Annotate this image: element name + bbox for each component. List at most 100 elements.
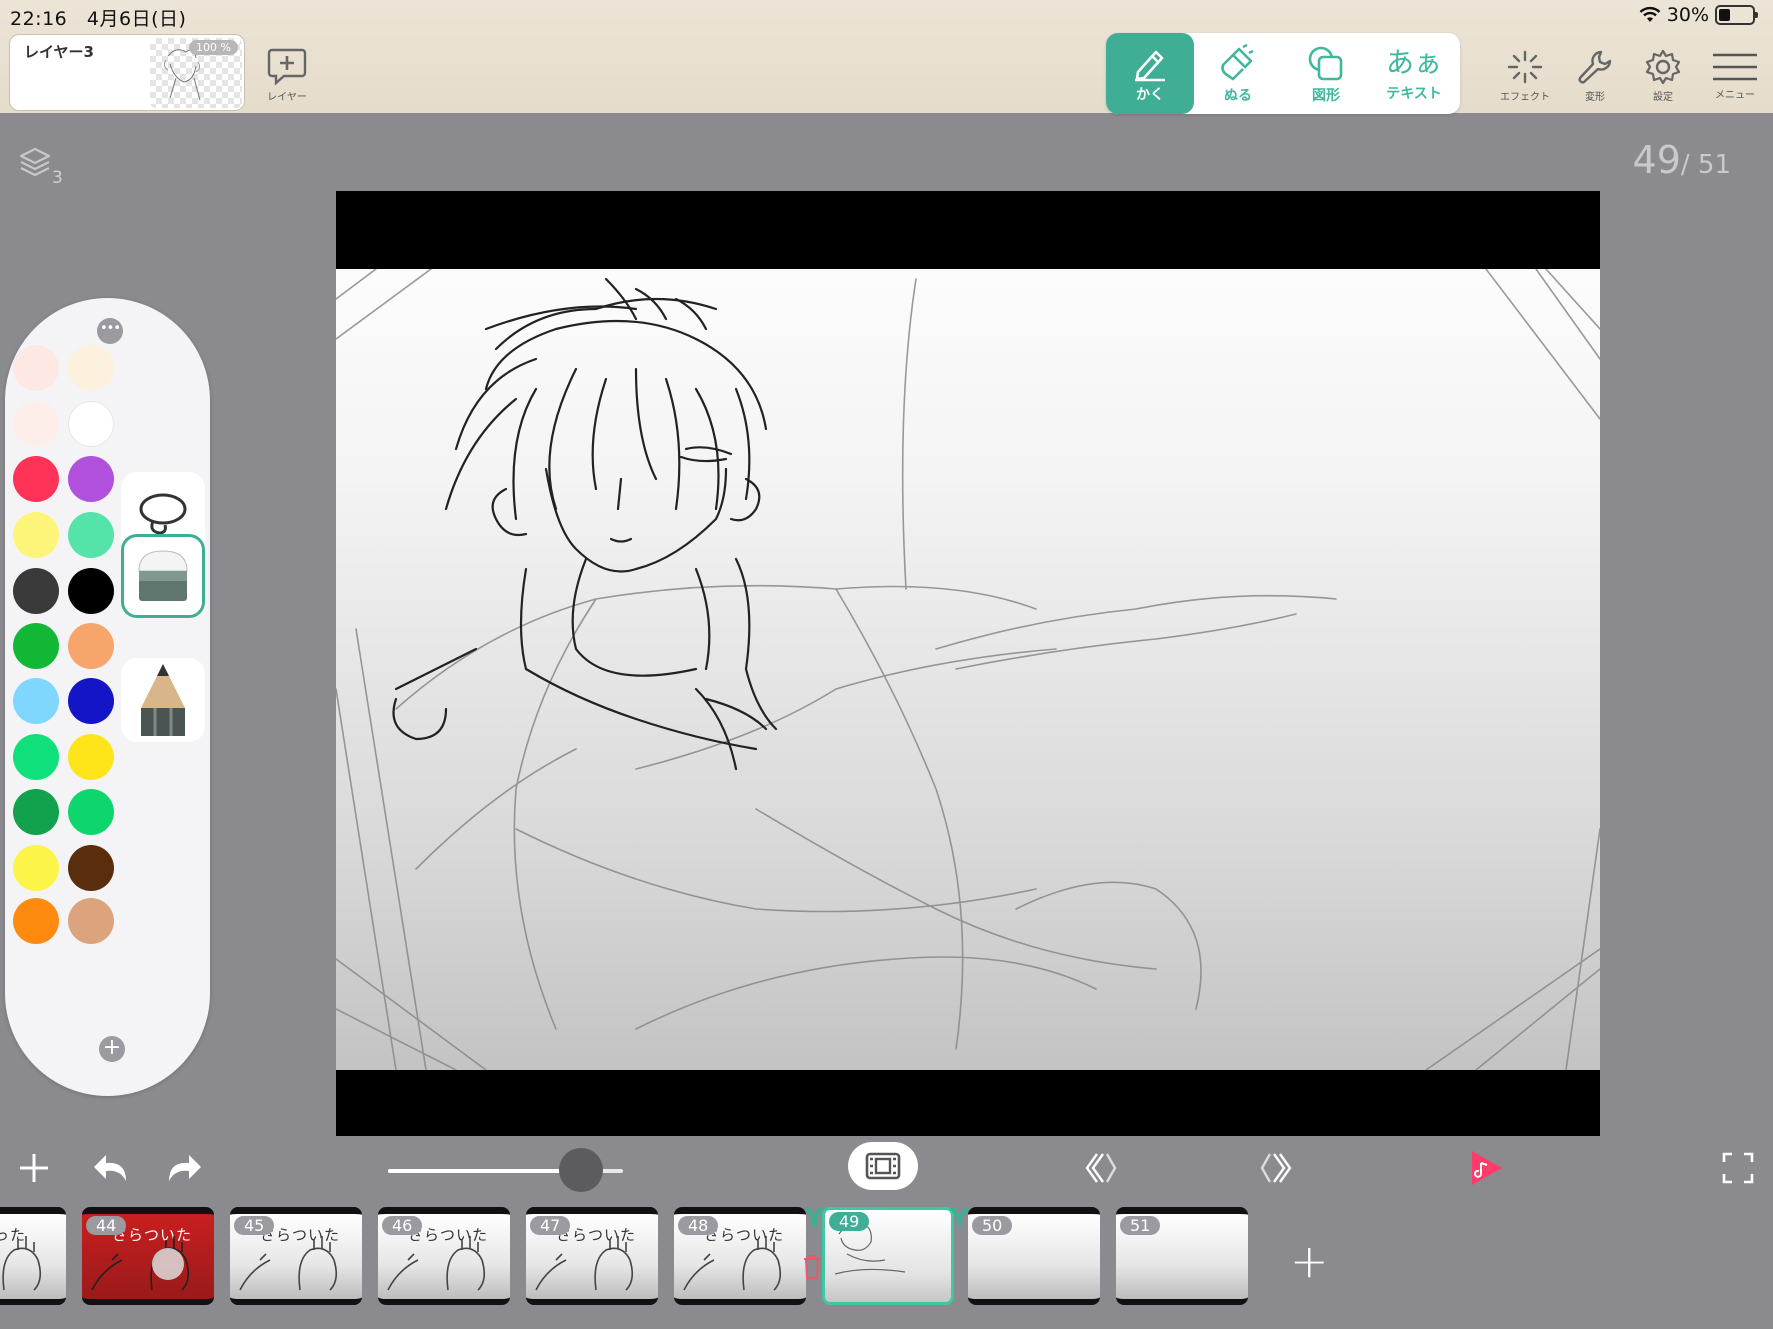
effect-button[interactable]: エフェクト <box>1500 48 1550 103</box>
layers-icon <box>19 147 51 177</box>
color-swatch[interactable] <box>68 898 114 944</box>
frame-thumbnail[interactable]: 45 さらついた <box>230 1207 362 1305</box>
sparkle-icon <box>1507 50 1543 84</box>
color-swatch[interactable] <box>68 568 114 614</box>
sketch-drawing <box>336 269 1600 1070</box>
add-layer-label: レイヤー <box>267 92 307 103</box>
wrench-icon <box>1578 50 1612 84</box>
color-swatch[interactable] <box>68 345 114 391</box>
trash-icon <box>804 1255 820 1279</box>
add-color-button[interactable]: + <box>99 1036 125 1062</box>
total-frames: / 51 <box>1680 150 1731 180</box>
layer-opacity-badge: 100 % <box>189 40 238 55</box>
color-swatch[interactable] <box>13 623 59 669</box>
eraser-button[interactable] <box>121 534 205 618</box>
tool-shape-tab[interactable]: 図形 <box>1282 33 1370 114</box>
frame-thumbnail[interactable]: 47 さらついた <box>526 1207 658 1305</box>
frame-thumbnail[interactable]: 50 <box>968 1207 1100 1305</box>
tool-shape-label: 図形 <box>1312 87 1340 104</box>
color-swatch[interactable] <box>68 789 114 835</box>
current-frame-thumbnail[interactable]: 49 <box>822 1207 954 1305</box>
color-swatch[interactable] <box>13 345 59 391</box>
speed-slider-knob[interactable] <box>558 1148 603 1192</box>
color-swatch[interactable] <box>13 401 59 447</box>
frame-counter: 49/ 51 <box>1633 138 1731 182</box>
settings-button[interactable]: 設定 <box>1643 48 1683 103</box>
color-swatch[interactable] <box>13 898 59 944</box>
plus-icon <box>20 1154 48 1182</box>
add-layer-button[interactable]: レイヤー <box>266 46 308 103</box>
frame-number: 48 <box>678 1216 719 1235</box>
frame-thumbnail[interactable]: った <box>0 1207 66 1305</box>
color-swatch[interactable] <box>68 845 114 891</box>
top-toolbar: 22:16 4月6日(日) 30% レイヤー3 100 % レイヤー かく ぬる… <box>0 0 1773 114</box>
color-swatch[interactable] <box>13 456 59 502</box>
color-swatch[interactable] <box>13 512 59 558</box>
letterbox-bottom <box>336 1070 1600 1136</box>
menu-button[interactable]: メニュー <box>1711 50 1759 101</box>
frame-number: 47 <box>530 1216 571 1235</box>
color-swatch[interactable] <box>68 678 114 724</box>
tool-draw-tab[interactable]: かく <box>1106 33 1194 114</box>
add-frame-button[interactable]: + <box>1290 1234 1329 1288</box>
color-swatch[interactable] <box>68 734 114 780</box>
frame-timeline: った44さらついた45さらついた46さらついた47さらついた48さらついた 49 5… <box>0 1204 1773 1329</box>
layer-count: 3 <box>52 168 63 188</box>
undo-button[interactable] <box>88 1146 132 1190</box>
layers-stack-button[interactable] <box>18 146 52 184</box>
effect-label: エフェクト <box>1500 92 1550 103</box>
color-swatch[interactable] <box>13 678 59 724</box>
drawing-canvas[interactable] <box>336 191 1600 1136</box>
transform-button[interactable]: 変形 <box>1575 48 1615 103</box>
frame-number: 50 <box>972 1216 1013 1235</box>
loop-end-marker[interactable]: Y <box>950 1204 969 1234</box>
previous-frame-button[interactable] <box>1081 1146 1121 1190</box>
frame-sketch <box>2 1236 42 1291</box>
color-swatch[interactable] <box>68 456 114 502</box>
frame-thumbnail[interactable]: 51 <box>1116 1207 1248 1305</box>
shape-icon <box>1308 46 1343 80</box>
undo-icon <box>94 1155 126 1181</box>
onion-prev-icon <box>1085 1153 1117 1183</box>
layer-preview: 100 % <box>150 38 242 108</box>
tool-fill-tab[interactable]: ぬる <box>1194 33 1282 114</box>
color-swatch[interactable] <box>68 401 114 447</box>
pencil-button[interactable] <box>121 658 205 742</box>
gear-icon <box>1645 49 1681 85</box>
color-swatch[interactable] <box>68 623 114 669</box>
new-frame-button[interactable] <box>14 1146 54 1190</box>
color-swatch[interactable] <box>13 789 59 835</box>
frame-number: 45 <box>234 1216 275 1235</box>
color-swatch[interactable] <box>13 845 59 891</box>
tool-text-label: テキスト <box>1386 85 1442 102</box>
redo-button[interactable] <box>163 1146 207 1190</box>
color-swatch[interactable] <box>13 734 59 780</box>
delete-frame-button[interactable] <box>802 1254 822 1284</box>
color-swatch[interactable] <box>13 568 59 614</box>
status-clock: 22:16 4月6日(日) <box>10 4 186 31</box>
color-swatch[interactable] <box>68 512 114 558</box>
fullscreen-icon <box>1722 1152 1754 1184</box>
eraser-icon <box>138 550 188 601</box>
brush-icon <box>1221 43 1254 80</box>
status-indicators: 30% <box>1639 4 1758 26</box>
frame-number: 49 <box>829 1212 870 1231</box>
current-layer-card[interactable]: レイヤー3 100 % <box>9 34 245 111</box>
frame-thumbnail[interactable]: 48 さらついた <box>674 1207 806 1305</box>
next-frame-button[interactable] <box>1256 1146 1296 1190</box>
transform-label: 変形 <box>1585 92 1605 103</box>
lasso-icon <box>139 493 187 535</box>
play-icon <box>1472 1151 1502 1185</box>
loop-start-marker[interactable]: Y <box>805 1204 824 1234</box>
film-strip-toggle[interactable] <box>848 1142 918 1190</box>
palette-more-button[interactable]: ••• <box>97 318 123 344</box>
tool-selector: かく ぬる 図形 あぁ テキスト <box>1106 33 1460 114</box>
frame-thumbnail[interactable]: 46 さらついた <box>378 1207 510 1305</box>
add-layer-icon <box>267 48 307 86</box>
fullscreen-button[interactable] <box>1718 1146 1758 1190</box>
play-button[interactable] <box>1466 1146 1506 1190</box>
tool-text-tab[interactable]: あぁ テキスト <box>1370 33 1458 114</box>
redo-icon <box>169 1155 201 1181</box>
status-time: 22:16 <box>10 8 68 30</box>
frame-thumbnail[interactable]: 44 さらついた <box>82 1207 214 1305</box>
